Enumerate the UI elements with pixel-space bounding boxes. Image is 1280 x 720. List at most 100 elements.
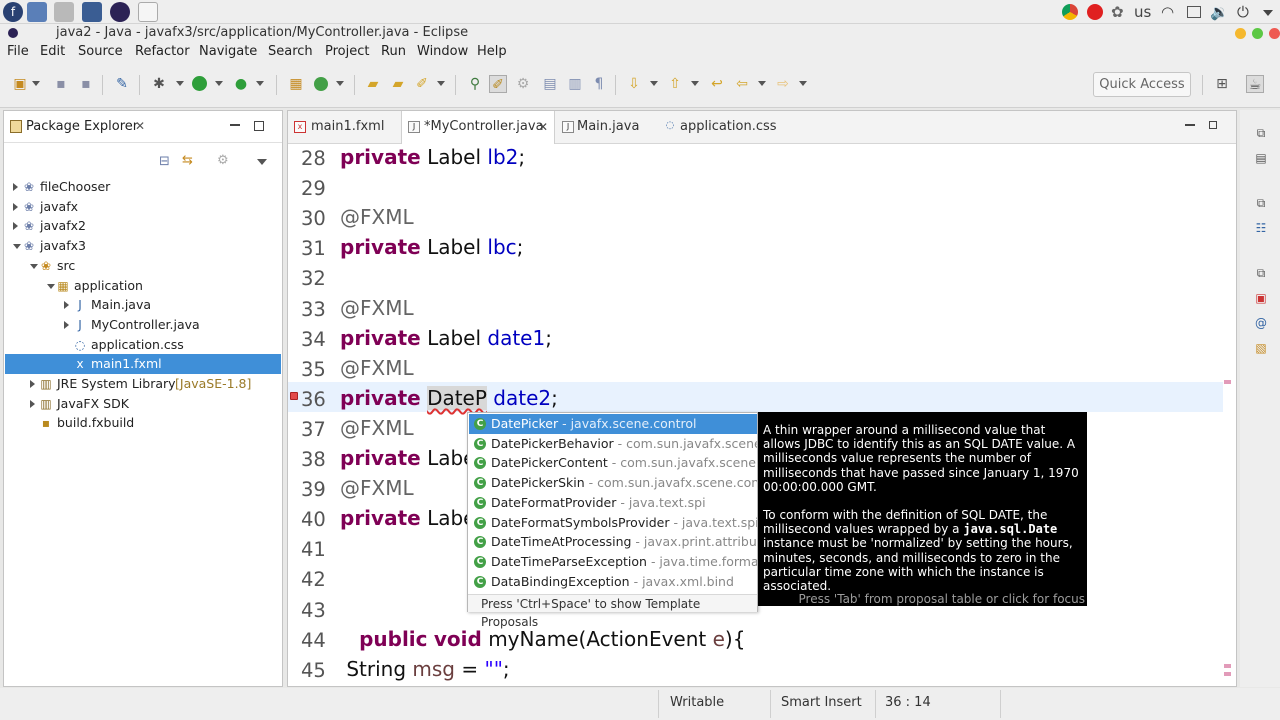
problems-icon[interactable]: ▣ bbox=[1254, 291, 1268, 305]
task-list-icon[interactable]: ▤ bbox=[1254, 151, 1268, 165]
menu-navigate[interactable]: Navigate bbox=[199, 44, 257, 59]
code-line[interactable]: @FXML bbox=[340, 296, 414, 320]
tree-item[interactable]: ▪ build.fxbuild bbox=[5, 413, 281, 433]
link-with-editor-icon[interactable]: ⇆ bbox=[182, 153, 193, 168]
proposal-item[interactable]: C DateFormatSymbolsProvider - java.text.s… bbox=[469, 513, 757, 533]
tree-collapsed-icon[interactable] bbox=[13, 222, 18, 231]
screen-icon[interactable] bbox=[1187, 3, 1203, 21]
back-dropdown-icon[interactable] bbox=[758, 81, 766, 86]
menu-project[interactable]: Project bbox=[325, 44, 369, 59]
tab-mycontroller-java[interactable]: J *MyController.java ✕ bbox=[401, 111, 555, 144]
menu-file[interactable]: File bbox=[7, 44, 29, 59]
quick-access-field[interactable]: Quick Access bbox=[1093, 72, 1191, 97]
code-line[interactable]: @FXML bbox=[340, 356, 414, 380]
collapse-all-icon[interactable]: ⊟ bbox=[159, 154, 170, 169]
code-line[interactable]: public void myName(ActionEvent e){ bbox=[340, 627, 745, 651]
monitor-icon[interactable] bbox=[82, 2, 102, 22]
block-selection-icon[interactable]: ⚙ bbox=[514, 75, 532, 93]
new-java-class-icon[interactable] bbox=[312, 75, 330, 93]
tree-expanded-icon[interactable] bbox=[47, 283, 55, 289]
tree-collapsed-icon[interactable] bbox=[13, 202, 18, 211]
pilcrow-icon[interactable]: ¶ bbox=[590, 75, 608, 93]
close-view-icon[interactable]: ✕ bbox=[135, 119, 145, 133]
show-whitespace-icon[interactable]: ▥ bbox=[566, 75, 584, 93]
minimize-view-icon[interactable] bbox=[230, 124, 240, 126]
tree-collapsed-icon[interactable] bbox=[64, 301, 69, 310]
tree-item[interactable]: J MyController.java bbox=[5, 315, 281, 335]
tab-main1-fxml[interactable]: x main1.fxml bbox=[288, 111, 398, 144]
javadoc-icon[interactable]: @ bbox=[1254, 316, 1268, 330]
tree-collapsed-icon[interactable] bbox=[30, 399, 35, 408]
run-dropdown-icon[interactable] bbox=[215, 81, 223, 86]
tree-collapsed-icon[interactable] bbox=[64, 320, 69, 329]
window-minimize-button[interactable] bbox=[1235, 28, 1246, 39]
proposal-item[interactable]: C DatePickerContent - com.sun.javafx.scen… bbox=[469, 453, 757, 473]
skip-breakpoints-icon[interactable]: ✎ bbox=[113, 75, 131, 93]
tree-item[interactable]: ▦ application bbox=[5, 276, 281, 296]
restore-icon[interactable]: ⧉ bbox=[1254, 266, 1268, 280]
proposal-item[interactable]: C DateFormatProvider - java.text.spi bbox=[469, 493, 757, 513]
run-icon[interactable] bbox=[191, 75, 209, 93]
tree-item[interactable]: ❀ javafx bbox=[5, 197, 281, 217]
outline-icon[interactable]: ☷ bbox=[1254, 221, 1268, 235]
tree-item[interactable]: ▥ JRE System Library [JavaSE-1.8] bbox=[5, 374, 281, 394]
tree-collapsed-icon[interactable] bbox=[30, 380, 35, 388]
search-icon[interactable]: ✐ bbox=[413, 75, 431, 93]
code-line[interactable]: private Labe bbox=[340, 506, 475, 530]
power-icon[interactable]: ⏻ bbox=[1237, 3, 1255, 21]
next-annotation-icon[interactable]: ⇩ bbox=[625, 75, 643, 93]
file-manager-icon[interactable] bbox=[54, 2, 74, 22]
close-tab-icon[interactable]: ✕ bbox=[538, 111, 548, 143]
overview-ruler-mark[interactable] bbox=[1224, 380, 1231, 384]
overview-ruler-mark[interactable] bbox=[1224, 664, 1231, 668]
code-line[interactable]: private Label date1; bbox=[340, 326, 552, 350]
code-line[interactable]: private DateP date2; bbox=[340, 385, 558, 410]
tree-item[interactable]: x main1.fxml bbox=[5, 354, 281, 375]
tree-item[interactable]: ❀ javafx2 bbox=[5, 216, 281, 236]
proposal-item[interactable]: C DateTimeAtProcessing - javax.print.attr… bbox=[469, 532, 757, 552]
mark-occurrences-icon[interactable]: ✐ bbox=[489, 75, 507, 93]
proposal-item[interactable]: C DateTimeParseException - java.time.form… bbox=[469, 552, 757, 572]
menu-run[interactable]: Run bbox=[381, 44, 406, 59]
code-line[interactable]: @FXML bbox=[340, 416, 414, 440]
search-dropdown-icon[interactable] bbox=[437, 81, 445, 86]
javadoc-hover[interactable]: A thin wrapper around a millisecond valu… bbox=[758, 412, 1087, 606]
eclipse-launcher-icon[interactable] bbox=[110, 2, 130, 22]
view-menu-icon[interactable] bbox=[257, 159, 267, 165]
tree-item[interactable]: ❀ src bbox=[5, 256, 281, 276]
restore-icon[interactable]: ⧉ bbox=[1254, 196, 1268, 210]
new-dropdown-icon[interactable] bbox=[32, 81, 40, 86]
fedora-icon[interactable]: f bbox=[3, 2, 23, 22]
text-editor-icon[interactable] bbox=[138, 2, 158, 22]
record-icon[interactable] bbox=[1087, 3, 1105, 21]
next-annotation-dropdown-icon[interactable] bbox=[650, 81, 658, 86]
package-explorer-title[interactable]: Package Explorer bbox=[26, 119, 138, 134]
code-line[interactable]: private Label lb2; bbox=[340, 145, 525, 169]
save-icon[interactable]: ▪ bbox=[52, 75, 70, 93]
new-class-dropdown-icon[interactable] bbox=[336, 81, 344, 86]
window-close-button[interactable] bbox=[1269, 28, 1280, 39]
tree-item[interactable]: ◌ application.css bbox=[5, 335, 281, 355]
chrome-icon[interactable] bbox=[1062, 3, 1080, 21]
status-insert-mode[interactable]: Smart Insert bbox=[781, 695, 862, 710]
code-line[interactable]: @FXML bbox=[340, 476, 414, 500]
code-line[interactable]: @FXML bbox=[340, 205, 414, 229]
menu-search[interactable]: Search bbox=[268, 44, 313, 59]
overview-ruler-mark[interactable] bbox=[1224, 672, 1231, 676]
menu-refactor[interactable]: Refactor bbox=[135, 44, 190, 59]
menu-edit[interactable]: Edit bbox=[40, 44, 65, 59]
volume-icon[interactable]: 🔉 bbox=[1210, 3, 1229, 21]
editor-minimize-icon[interactable] bbox=[1185, 124, 1195, 126]
open-task-icon[interactable]: ▰ bbox=[389, 75, 407, 93]
template-proposals-hint[interactable]: Press 'Ctrl+Space' to show Template Prop… bbox=[468, 594, 757, 629]
tab-application-css[interactable]: ◌ application.css bbox=[660, 111, 800, 144]
tree-item[interactable]: J Main.java bbox=[5, 295, 281, 315]
desktop-switcher-icon[interactable] bbox=[27, 2, 47, 22]
code-line[interactable]: private Labe bbox=[340, 446, 475, 470]
tree-item[interactable]: ▥ JavaFX SDK bbox=[5, 394, 281, 414]
code-line[interactable]: private Label lbc; bbox=[340, 235, 523, 259]
save-all-icon[interactable]: ▪ bbox=[77, 75, 95, 93]
editor-restore-icon[interactable] bbox=[1209, 121, 1217, 129]
java-perspective-icon[interactable]: ☕ bbox=[1246, 75, 1264, 93]
system-menu-icon[interactable] bbox=[1263, 3, 1275, 21]
